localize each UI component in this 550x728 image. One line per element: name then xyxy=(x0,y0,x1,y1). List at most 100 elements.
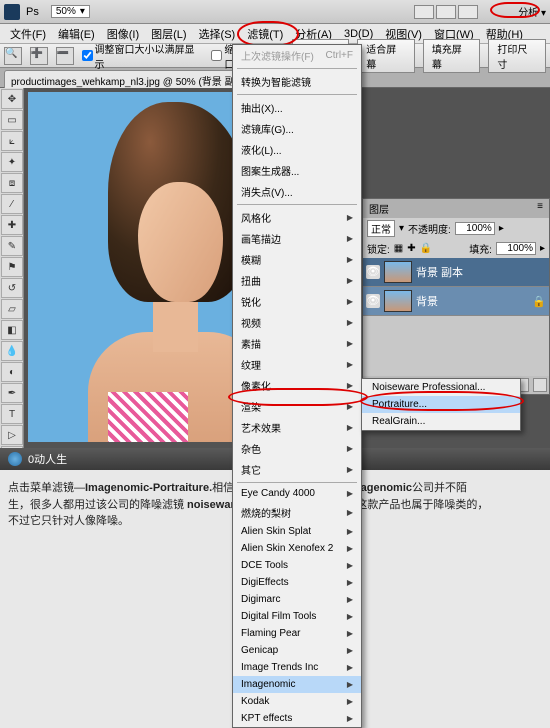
path-tool[interactable]: ▷ xyxy=(1,425,23,445)
layer-name: 背景 xyxy=(416,293,438,309)
tab-title: productimages_wehkamp_nl3.jpg @ 50% (背景 … xyxy=(11,77,243,88)
mi-digimarc[interactable]: Digimarc xyxy=(233,591,361,608)
mi-texture[interactable]: 纹理 xyxy=(233,354,361,375)
mi-kpt[interactable]: KPT effects xyxy=(233,710,361,727)
fit-screen-button[interactable]: 适合屏幕 xyxy=(357,39,415,73)
layer-row-1[interactable]: 👁 背景 副本 xyxy=(363,258,549,287)
visibility-icon[interactable]: 👁 xyxy=(366,265,380,279)
eraser-tool[interactable]: ▱ xyxy=(1,299,23,319)
gradient-tool[interactable]: ◧ xyxy=(1,320,23,340)
document-tab[interactable]: productimages_wehkamp_nl3.jpg @ 50% (背景 … xyxy=(4,70,263,90)
mi-digi[interactable]: DigiEffects xyxy=(233,574,361,591)
heal-tool[interactable]: ✚ xyxy=(1,215,23,235)
layer-name: 背景 副本 xyxy=(416,264,463,280)
mi-last-filter: 上次滤镜操作(F)Ctrl+F xyxy=(233,45,361,66)
chevron-down-icon: ▾ xyxy=(80,6,85,17)
lock-all-icon[interactable]: 🔒 xyxy=(420,243,432,254)
fill-screen-button[interactable]: 填充屏幕 xyxy=(423,39,481,73)
layers-panel-header[interactable]: 图层≡ xyxy=(363,199,549,218)
zoom-tool-icon[interactable]: 🔍 xyxy=(4,47,22,65)
menu-file[interactable]: 文件(F) xyxy=(4,24,52,44)
lock-pixels-icon[interactable]: ▦ xyxy=(394,243,403,254)
side-panels: 图层≡ 正常 ▾ 不透明度: 100%▸ 锁定: ▦ ✚ 🔒 填充: 100%▸ xyxy=(362,198,550,397)
zoom-in-icon[interactable]: ➕ xyxy=(30,47,48,65)
canvas[interactable] xyxy=(28,92,234,442)
mi-extract[interactable]: 抽出(X)... xyxy=(233,97,361,118)
fill-label: 填充: xyxy=(469,241,492,256)
mi-imagetrends[interactable]: Image Trends Inc xyxy=(233,659,361,676)
resize-window-checkbox[interactable]: 调整窗口大小以满屏显示 xyxy=(82,41,204,71)
layer-row-2[interactable]: 👁 背景 🔒 xyxy=(363,287,549,316)
opacity-field[interactable]: 100% xyxy=(455,222,495,235)
mi-eyecandy[interactable]: Eye Candy 4000 xyxy=(233,485,361,502)
workspace-buttons xyxy=(414,5,478,19)
lock-label: 锁定: xyxy=(367,241,390,256)
app-title: Ps xyxy=(26,6,39,18)
mi-imagenomic[interactable]: Imagenomic xyxy=(233,676,361,693)
mi-genicap[interactable]: Genicap xyxy=(233,642,361,659)
imagenomic-highlight xyxy=(228,388,368,406)
mi-stylize[interactable]: 风格化 xyxy=(233,207,361,228)
mi-alien2[interactable]: Alien Skin Xenofex 2 xyxy=(233,540,361,557)
sub-realgrain[interactable]: RealGrain... xyxy=(362,413,520,430)
mi-burn[interactable]: 燃烧的梨树 xyxy=(233,502,361,523)
mi-distort[interactable]: 扭曲 xyxy=(233,270,361,291)
mi-other[interactable]: 其它 xyxy=(233,459,361,480)
panel-menu-icon[interactable]: ≡ xyxy=(537,201,543,216)
app-window: Ps 50%▾ 分析 ▾ 文件(F) 编辑(E) 图像(I) 图层(L) 选择(… xyxy=(0,0,550,470)
layout-btn-3[interactable] xyxy=(458,5,478,19)
layout-btn-2[interactable] xyxy=(436,5,456,19)
marquee-tool[interactable]: ▭ xyxy=(1,110,23,130)
history-brush-tool[interactable]: ↺ xyxy=(1,278,23,298)
dodge-tool[interactable]: ◐ xyxy=(1,362,23,382)
fill-field[interactable]: 100% xyxy=(496,242,536,255)
mi-dce[interactable]: DCE Tools xyxy=(233,557,361,574)
mi-gallery[interactable]: 滤镜库(G)... xyxy=(233,118,361,139)
lock-position-icon[interactable]: ✚ xyxy=(407,243,415,254)
visibility-icon[interactable]: 👁 xyxy=(366,294,380,308)
mi-sharpen[interactable]: 锐化 xyxy=(233,291,361,312)
mi-artistic[interactable]: 艺术效果 xyxy=(233,417,361,438)
ps-logo xyxy=(4,4,20,20)
lasso-tool[interactable]: ⟀ xyxy=(1,131,23,151)
imagenomic-submenu: Noiseware Professional... Portraiture...… xyxy=(361,378,521,431)
globe-icon xyxy=(8,452,22,466)
blur-tool[interactable]: 💧 xyxy=(1,341,23,361)
layer-thumb xyxy=(384,261,412,283)
pen-tool[interactable]: ✒ xyxy=(1,383,23,403)
portrait-image xyxy=(78,102,234,442)
layer-thumb xyxy=(384,290,412,312)
mi-brush[interactable]: 画笔描边 xyxy=(233,228,361,249)
stamp-tool[interactable]: ⚑ xyxy=(1,257,23,277)
portraiture-highlight xyxy=(360,391,524,411)
wand-tool[interactable]: ✦ xyxy=(1,152,23,172)
filter-menu: 上次滤镜操作(F)Ctrl+F 转换为智能滤镜 抽出(X)... 滤镜库(G).… xyxy=(232,44,362,728)
type-tool[interactable]: T xyxy=(1,404,23,424)
move-tool[interactable]: ✥ xyxy=(1,89,23,109)
mi-noise[interactable]: 杂色 xyxy=(233,438,361,459)
brush-tool[interactable]: ✎ xyxy=(1,236,23,256)
title-zoom-select[interactable]: 50%▾ xyxy=(51,5,90,18)
mi-sketch[interactable]: 素描 xyxy=(233,333,361,354)
blend-mode-select[interactable]: 正常 xyxy=(367,220,395,237)
mi-vanish[interactable]: 消失点(V)... xyxy=(233,181,361,202)
mi-video[interactable]: 视频 xyxy=(233,312,361,333)
mi-alien1[interactable]: Alien Skin Splat xyxy=(233,523,361,540)
mi-blur[interactable]: 模糊 xyxy=(233,249,361,270)
trash-icon[interactable] xyxy=(533,378,547,392)
mi-pattern[interactable]: 图案生成器... xyxy=(233,160,361,181)
print-size-button[interactable]: 打印尺寸 xyxy=(488,39,546,73)
mi-dft[interactable]: Digital Film Tools xyxy=(233,608,361,625)
layout-btn-1[interactable] xyxy=(414,5,434,19)
crop-tool[interactable]: ⧈ xyxy=(1,173,23,193)
mi-smart[interactable]: 转换为智能滤镜 xyxy=(233,71,361,92)
mi-flaming[interactable]: Flaming Pear xyxy=(233,625,361,642)
opacity-label: 不透明度: xyxy=(408,221,451,236)
toolbox: ✥ ▭ ⟀ ✦ ⧈ ⁄ ✚ ✎ ⚑ ↺ ▱ ◧ 💧 ◐ ✒ T ▷ ▭ xyxy=(0,88,24,467)
mi-liquify[interactable]: 液化(L)... xyxy=(233,139,361,160)
mi-kodak[interactable]: Kodak xyxy=(233,693,361,710)
menu-filter[interactable]: 滤镜(T) xyxy=(241,24,289,44)
lock-icon: 🔒 xyxy=(532,295,546,308)
zoom-out-icon[interactable]: ➖ xyxy=(56,47,74,65)
eyedropper-tool[interactable]: ⁄ xyxy=(1,194,23,214)
